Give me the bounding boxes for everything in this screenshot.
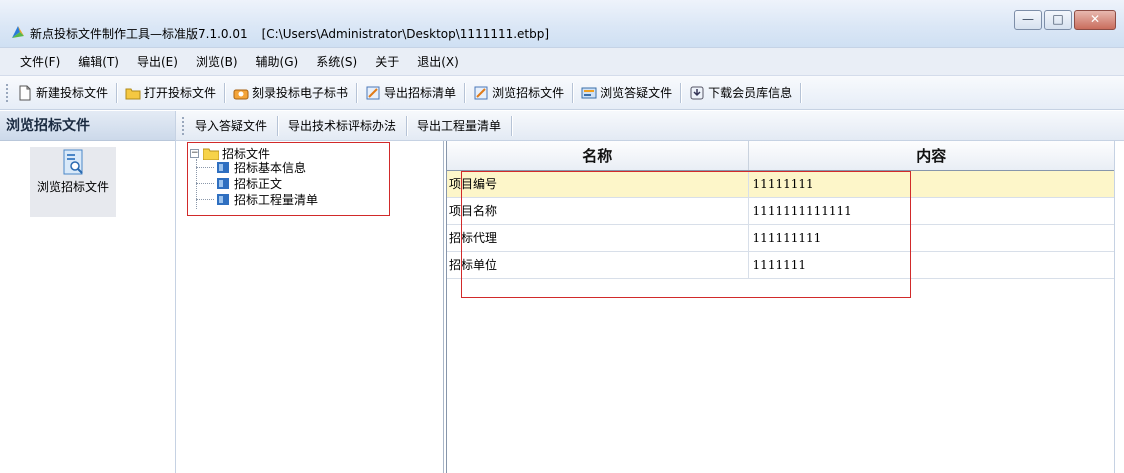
menu-edit[interactable]: 编辑(T) xyxy=(78,53,119,70)
maximize-button[interactable]: □ xyxy=(1044,10,1072,30)
grid-header: 名称 内容 xyxy=(447,141,1114,171)
nav-browse-bid-file-label: 浏览招标文件 xyxy=(36,180,109,194)
left-panel-header: 浏览招标文件 xyxy=(0,111,175,141)
table-row[interactable]: 项目名称 1111111111111 xyxy=(447,198,1114,225)
open-bid-file-label: 打开投标文件 xyxy=(144,86,217,100)
minimize-icon: — xyxy=(1022,12,1034,26)
right-scroll-edge xyxy=(1114,141,1124,473)
file-path: [C:\Users\Administrator\Desktop\1111111.… xyxy=(261,27,550,41)
cell-name: 招标代理 xyxy=(447,225,749,251)
cell-content: 11111111 xyxy=(752,177,814,191)
tree-item-main-text[interactable]: 招标正文 xyxy=(196,175,318,191)
toolbar-separator xyxy=(224,82,226,103)
export-bid-list-label: 导出招标清单 xyxy=(384,86,457,100)
cell-content: 1111111 xyxy=(752,258,806,272)
toolbar-separator xyxy=(464,82,466,103)
sub-toolbar-separator xyxy=(277,115,279,136)
browse-bid-file-label: 浏览招标文件 xyxy=(492,86,565,100)
window-controls: — □ ✕ xyxy=(1012,10,1116,30)
burn-bid-disc-label: 刻录投标电子标书 xyxy=(252,86,349,100)
close-button[interactable]: ✕ xyxy=(1074,10,1116,30)
tree-item-label: 招标工程量清单 xyxy=(234,192,319,207)
app-logo-icon xyxy=(12,26,24,38)
cell-content: 1111111111111 xyxy=(752,204,852,218)
menu-file[interactable]: 文件(F) xyxy=(20,53,60,70)
cell-name: 项目名称 xyxy=(447,198,749,224)
browse-document-icon xyxy=(63,149,83,175)
burn-disc-icon xyxy=(233,89,249,99)
menu-export[interactable]: 导出(E) xyxy=(137,53,178,70)
left-nav-panel: 浏览招标文件 浏览招标文件 xyxy=(0,111,176,473)
cell-name: 招标单位 xyxy=(447,252,749,278)
sub-toolbar-separator xyxy=(511,115,513,136)
new-bid-file-button[interactable]: 新建投标文件 xyxy=(13,81,112,105)
doc-icon xyxy=(217,177,229,189)
toolbar-separator xyxy=(116,82,118,103)
export-quantity-list-button[interactable]: 导出工程量清单 xyxy=(411,117,507,134)
doc-icon xyxy=(217,161,229,173)
cell-name: 项目编号 xyxy=(447,171,749,197)
title-bar: 新点投标文件制作工具—标准版7.1.0.01 [C:\Users\Administ… xyxy=(0,0,1124,48)
toolbar-separator xyxy=(572,82,574,103)
menu-browse[interactable]: 浏览(B) xyxy=(196,53,238,70)
new-document-icon xyxy=(19,85,31,100)
toolbar-grip[interactable] xyxy=(6,83,9,102)
tree-item-label: 招标正文 xyxy=(234,176,283,191)
bid-file-tree: − 招标文件 招标基本信息 招标正文 招标工程量清单 xyxy=(180,141,444,473)
sub-toolbar: 导入答疑文件 导出技术标评标办法 导出工程量清单 xyxy=(176,111,1124,141)
collapse-icon[interactable]: − xyxy=(190,149,199,158)
download-member-info-label: 下载会员库信息 xyxy=(708,86,793,100)
browse-bid-file-button[interactable]: 浏览招标文件 xyxy=(469,81,568,105)
sub-toolbar-separator xyxy=(406,115,408,136)
browse-qa-icon xyxy=(581,87,597,98)
export-bid-list-button[interactable]: 导出招标清单 xyxy=(361,81,460,105)
download-member-icon xyxy=(690,86,704,99)
toolbar-separator xyxy=(680,82,682,103)
download-member-info-button[interactable]: 下载会员库信息 xyxy=(685,81,796,105)
sub-toolbar-grip[interactable] xyxy=(182,116,185,135)
maximize-icon: □ xyxy=(1052,12,1064,26)
tree-item-basic-info[interactable]: 招标基本信息 xyxy=(196,159,318,175)
column-header-content[interactable]: 内容 xyxy=(749,141,1114,170)
main-toolbar: 新建投标文件 打开投标文件 刻录投标电子标书 导出招标清单 浏览招标文件 浏览答… xyxy=(0,76,1124,110)
tree-item-label: 招标基本信息 xyxy=(234,160,307,175)
close-icon: ✕ xyxy=(1089,12,1101,26)
table-row[interactable]: 项目编号 11111111 xyxy=(447,171,1114,198)
menu-about[interactable]: 关于 xyxy=(375,53,399,70)
menu-system[interactable]: 系统(S) xyxy=(316,53,357,70)
window-title: 新点投标文件制作工具—标准版7.1.0.01 [C:\Users\Administ… xyxy=(30,25,549,42)
browse-qa-file-label: 浏览答疑文件 xyxy=(600,86,673,100)
table-row[interactable]: 招标单位 1111111 xyxy=(447,252,1114,279)
new-bid-file-label: 新建投标文件 xyxy=(36,86,109,100)
column-header-name[interactable]: 名称 xyxy=(447,141,749,170)
app-name: 新点投标文件制作工具—标准版7.1.0.01 xyxy=(30,27,248,41)
open-bid-file-button[interactable]: 打开投标文件 xyxy=(121,81,220,105)
tree-children: 招标基本信息 招标正文 招标工程量清单 xyxy=(196,159,318,209)
tree-item-quantity-list[interactable]: 招标工程量清单 xyxy=(196,191,318,207)
export-list-icon xyxy=(366,86,380,99)
burn-bid-disc-button[interactable]: 刻录投标电子标书 xyxy=(229,81,352,105)
table-row[interactable]: 招标代理 111111111 xyxy=(447,225,1114,252)
cell-content: 111111111 xyxy=(752,231,822,245)
menu-bar: 文件(F) 编辑(T) 导出(E) 浏览(B) 辅助(G) 系统(S) 关于 退… xyxy=(0,48,1124,76)
browse-qa-file-button[interactable]: 浏览答疑文件 xyxy=(577,81,676,105)
export-tech-evaluation-button[interactable]: 导出技术标评标办法 xyxy=(282,117,402,134)
menu-exit[interactable]: 退出(X) xyxy=(417,53,459,70)
nav-browse-bid-file[interactable]: 浏览招标文件 xyxy=(30,147,116,217)
import-qa-file-button[interactable]: 导入答疑文件 xyxy=(189,117,273,134)
open-folder-icon xyxy=(125,88,141,99)
toolbar-separator xyxy=(356,82,358,103)
browse-document-icon xyxy=(474,86,488,99)
menu-assist[interactable]: 辅助(G) xyxy=(256,53,299,70)
info-grid: 名称 内容 项目编号 11111111 项目名称 1111111111111 招… xyxy=(446,141,1114,473)
minimize-button[interactable]: — xyxy=(1014,10,1042,30)
toolbar-separator xyxy=(800,82,802,103)
doc-icon xyxy=(217,193,229,205)
